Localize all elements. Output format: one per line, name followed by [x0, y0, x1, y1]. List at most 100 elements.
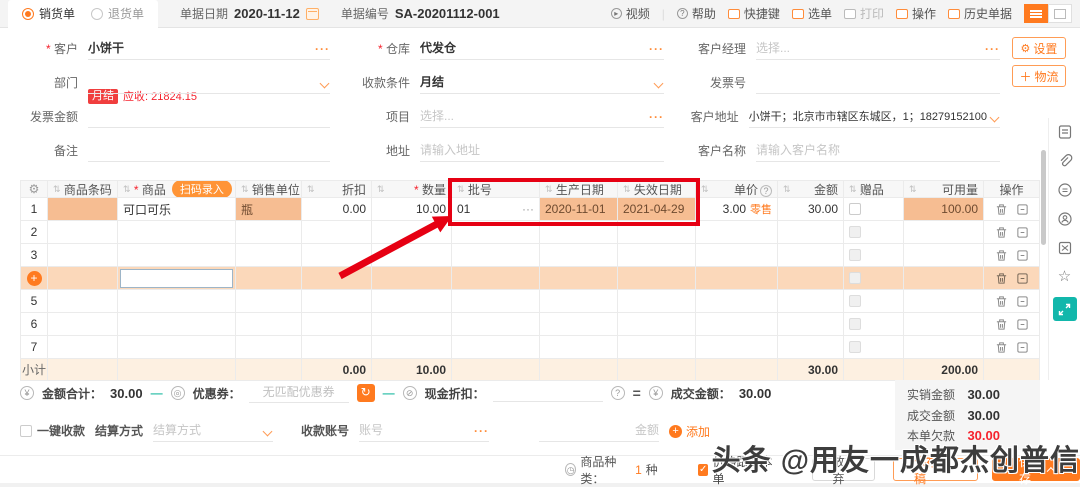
header-amount[interactable]: ⇅ 金额 [778, 180, 844, 198]
copy-row-icon[interactable] [1016, 318, 1029, 331]
delete-icon[interactable] [995, 203, 1008, 216]
sort-icon[interactable]: ⇅ [307, 184, 315, 194]
sort-icon[interactable]: ⇅ [377, 184, 385, 194]
checked-checkbox-icon[interactable]: ✓ [697, 463, 709, 476]
doc-date-value[interactable]: 2020-11-12 [234, 6, 300, 21]
cell-batch[interactable]: 01 ··· [452, 198, 540, 221]
lookup-dots-icon[interactable]: ··· [985, 42, 1000, 56]
copy-row-icon[interactable] [1016, 341, 1029, 354]
warehouse-field[interactable]: 代发仓 ··· [420, 39, 664, 60]
customer-name-field[interactable]: 请输入客户名称 [756, 141, 1000, 162]
calendar-icon[interactable] [305, 7, 319, 20]
table-settings-cell[interactable]: ⚙ [20, 180, 48, 198]
sort-icon[interactable]: ⇅ [457, 184, 465, 194]
delete-icon[interactable] [995, 341, 1008, 354]
header-exp-date[interactable]: ⇅ 失效日期 [618, 180, 696, 198]
coupon-field[interactable]: 无匹配优惠券 [248, 383, 349, 403]
cell-qty[interactable]: 10.00 [372, 198, 452, 221]
radio-sales-order[interactable]: 销货单 [22, 5, 75, 22]
price-track-option[interactable]: ✓ 价格跟踪本单 [697, 453, 777, 487]
save-draft-button[interactable]: 保存草稿 [893, 455, 978, 486]
sort-icon[interactable]: ⇅ [909, 184, 917, 194]
hotkey-button[interactable]: 快捷键 [727, 5, 780, 22]
sort-icon[interactable]: ⇅ [123, 184, 131, 194]
invoice-no-field[interactable] [756, 90, 1000, 94]
header-unit[interactable]: ⇅ 销售单位 [236, 180, 302, 198]
header-gift[interactable]: ⇅ 赠品 [844, 180, 904, 198]
radio-return-order[interactable]: 退货单 [91, 5, 144, 22]
detail-circle-icon[interactable] [1057, 182, 1073, 198]
discard-button[interactable]: 放弃 [811, 455, 876, 486]
vertical-scrollbar[interactable] [1041, 150, 1046, 245]
cell-barcode[interactable] [48, 198, 118, 221]
receipt-amount-field[interactable]: 金额 [539, 421, 660, 442]
operate-button[interactable]: 操作 [895, 5, 936, 22]
project-field[interactable]: 选择... ··· [420, 107, 664, 128]
delete-icon[interactable] [995, 226, 1008, 239]
product-input[interactable] [120, 268, 233, 288]
sort-icon[interactable]: ⇅ [53, 184, 61, 194]
fullscreen-expand-button[interactable] [1052, 297, 1077, 321]
favorite-star-icon[interactable]: ☆ [1058, 269, 1071, 284]
header-product[interactable]: ⇅ 商品扫码录入 [118, 180, 236, 198]
pick-order-button[interactable]: 选单 [791, 5, 832, 22]
one-click-receipt[interactable]: 一键收款 [20, 422, 85, 442]
sort-icon[interactable]: ⇅ [241, 184, 249, 194]
note-icon[interactable] [1057, 124, 1073, 140]
video-button[interactable]: ▸ 视频 [610, 5, 650, 22]
customer-field[interactable]: 小饼干 ··· [88, 39, 330, 60]
sort-icon[interactable]: ⇅ [701, 184, 709, 194]
invoice-amount-field[interactable] [88, 124, 330, 128]
form-view-button[interactable] [1048, 4, 1072, 23]
delete-icon[interactable] [995, 318, 1008, 331]
cell-amount[interactable]: 30.00 [778, 198, 844, 221]
add-payment-button[interactable]: + 添加 [669, 423, 710, 442]
chevron-down-icon[interactable] [319, 78, 330, 89]
add-row-icon[interactable]: + [26, 270, 42, 286]
cell-prod-date[interactable]: 2020-11-01 [540, 198, 618, 221]
manager-field[interactable]: 选择... ··· [756, 39, 1000, 60]
receipt-account-field[interactable]: 账号 ··· [359, 421, 490, 442]
header-barcode[interactable]: ⇅ 商品条码 [48, 180, 118, 198]
settle-method-field[interactable]: 结算方式 [153, 421, 274, 442]
sort-icon[interactable]: ⇅ [545, 184, 553, 194]
cell-unit[interactable]: 瓶 [236, 198, 302, 221]
copy-row-icon[interactable] [1016, 272, 1029, 285]
attachment-icon[interactable] [1057, 153, 1073, 169]
delete-icon[interactable] [995, 249, 1008, 262]
header-price[interactable]: ⇅ 单价? [696, 180, 778, 198]
batch-lookup-dots-icon[interactable]: ··· [522, 202, 534, 216]
copy-row-icon[interactable] [1016, 203, 1029, 216]
payment-terms-field[interactable]: 月结 [420, 73, 664, 94]
one-click-checkbox[interactable] [20, 424, 32, 437]
delete-icon[interactable] [995, 272, 1008, 285]
cell-product[interactable]: 可口可乐 [118, 198, 236, 221]
copy-row-icon[interactable] [1016, 249, 1029, 262]
sort-icon[interactable]: ⇅ [849, 184, 857, 194]
logistics-button[interactable]: ＋ 物流 [1012, 65, 1066, 87]
lookup-dots-icon[interactable]: ··· [315, 42, 330, 56]
delete-icon[interactable] [995, 295, 1008, 308]
settings-button[interactable]: ⚙ 设置 [1012, 37, 1066, 59]
header-discount[interactable]: ⇅ 折扣 [302, 180, 372, 198]
cell-gift[interactable] [844, 198, 904, 221]
remark-field[interactable] [88, 158, 330, 162]
chevron-down-icon[interactable] [653, 78, 664, 89]
lookup-dots-icon[interactable]: ··· [649, 110, 664, 124]
address-field[interactable]: 请输入地址 [420, 141, 664, 162]
history-button[interactable]: 历史单据 [947, 5, 1012, 22]
customer-circle-icon[interactable] [1057, 211, 1073, 227]
refresh-coupon-icon[interactable]: ↻ [356, 384, 375, 402]
cell-exp-date[interactable]: 2021-04-29 [618, 198, 696, 221]
cell-product-editing[interactable] [118, 267, 236, 290]
sort-icon[interactable]: ⇅ [783, 184, 791, 194]
question-circle-icon[interactable]: ? [610, 386, 625, 400]
cash-discount-field[interactable] [492, 384, 603, 402]
question-circle-icon[interactable]: ? [760, 184, 772, 197]
chevron-down-icon[interactable] [262, 426, 273, 437]
department-field[interactable] [88, 78, 330, 94]
gift-checkbox[interactable] [849, 203, 861, 215]
print-button[interactable]: 打印 [843, 5, 884, 22]
sort-icon[interactable]: ⇅ [623, 184, 631, 194]
customer-address-field[interactable]: 小饼干；北京市市辖区东城区，1；18279152100 [748, 108, 1000, 128]
